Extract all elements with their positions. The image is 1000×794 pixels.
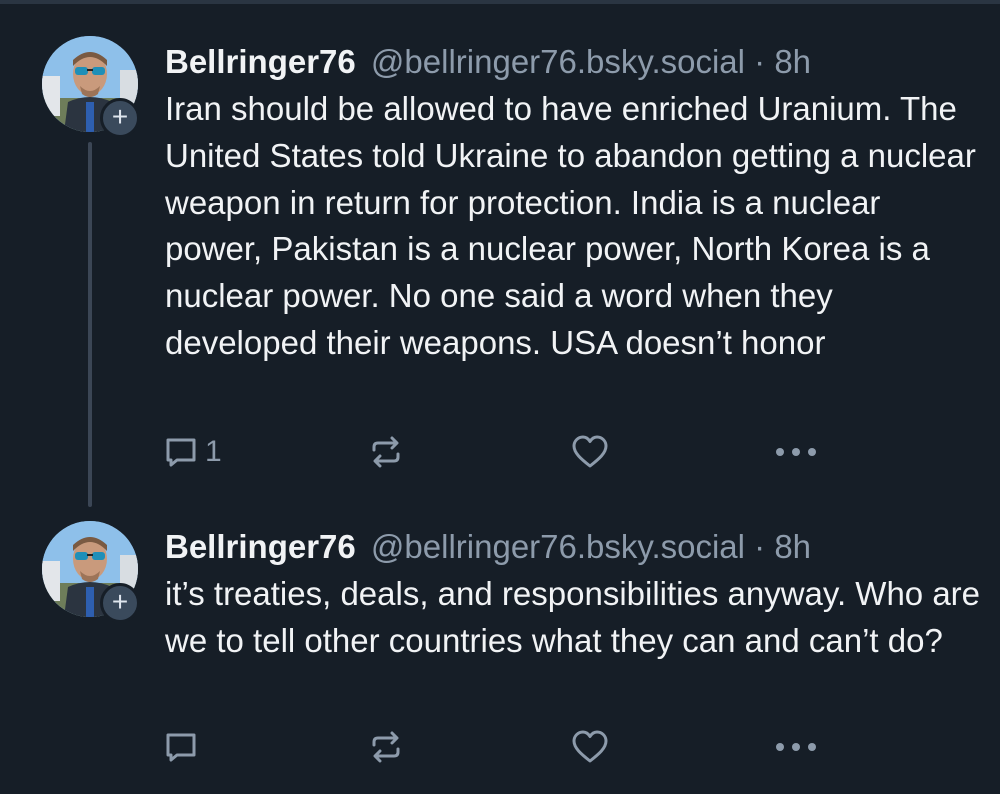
more-options-button[interactable] — [775, 727, 817, 767]
follow-plus-icon[interactable]: + — [100, 98, 140, 138]
post-text: Iran should be allowed to have enriched … — [165, 90, 976, 361]
repost-icon — [368, 729, 404, 765]
more-icon — [775, 446, 817, 458]
separator-dot: · — [754, 528, 766, 565]
repost-button[interactable] — [368, 432, 404, 472]
like-button[interactable] — [571, 727, 609, 767]
post-actions: 1 — [163, 432, 843, 472]
more-options-button[interactable] — [775, 432, 817, 472]
post-2[interactable]: + Bellringer76 @bellringer76.bsky.social… — [0, 515, 1000, 794]
more-icon — [775, 741, 817, 753]
post-1[interactable]: + Bellringer76 @bellringer76.bsky.social… — [0, 30, 1000, 510]
like-button[interactable] — [571, 432, 609, 472]
display-name[interactable]: Bellringer76 — [165, 43, 356, 80]
reply-button[interactable] — [163, 727, 199, 767]
timestamp[interactable]: 8h — [774, 43, 811, 80]
display-name[interactable]: Bellringer76 — [165, 528, 356, 565]
handle[interactable]: @bellringer76.bsky.social — [371, 528, 745, 565]
top-divider — [0, 0, 1000, 4]
repost-button[interactable] — [368, 727, 404, 767]
thread-line — [88, 142, 92, 507]
heart-icon — [571, 434, 609, 470]
timestamp[interactable]: 8h — [774, 528, 811, 565]
post-text: it’s treaties, deals, and responsibiliti… — [165, 575, 981, 659]
post-actions — [163, 727, 843, 767]
post-header: Bellringer76 @bellringer76.bsky.social ·… — [165, 40, 985, 84]
reply-icon — [163, 729, 199, 765]
separator-dot: · — [754, 43, 766, 80]
handle[interactable]: @bellringer76.bsky.social — [371, 43, 745, 80]
reply-icon — [163, 434, 199, 470]
reply-button[interactable]: 1 — [163, 432, 222, 472]
repost-icon — [368, 434, 404, 470]
post-header: Bellringer76 @bellringer76.bsky.social ·… — [165, 525, 985, 569]
reply-count: 1 — [205, 435, 222, 468]
follow-plus-icon[interactable]: + — [100, 583, 140, 623]
heart-icon — [571, 729, 609, 765]
